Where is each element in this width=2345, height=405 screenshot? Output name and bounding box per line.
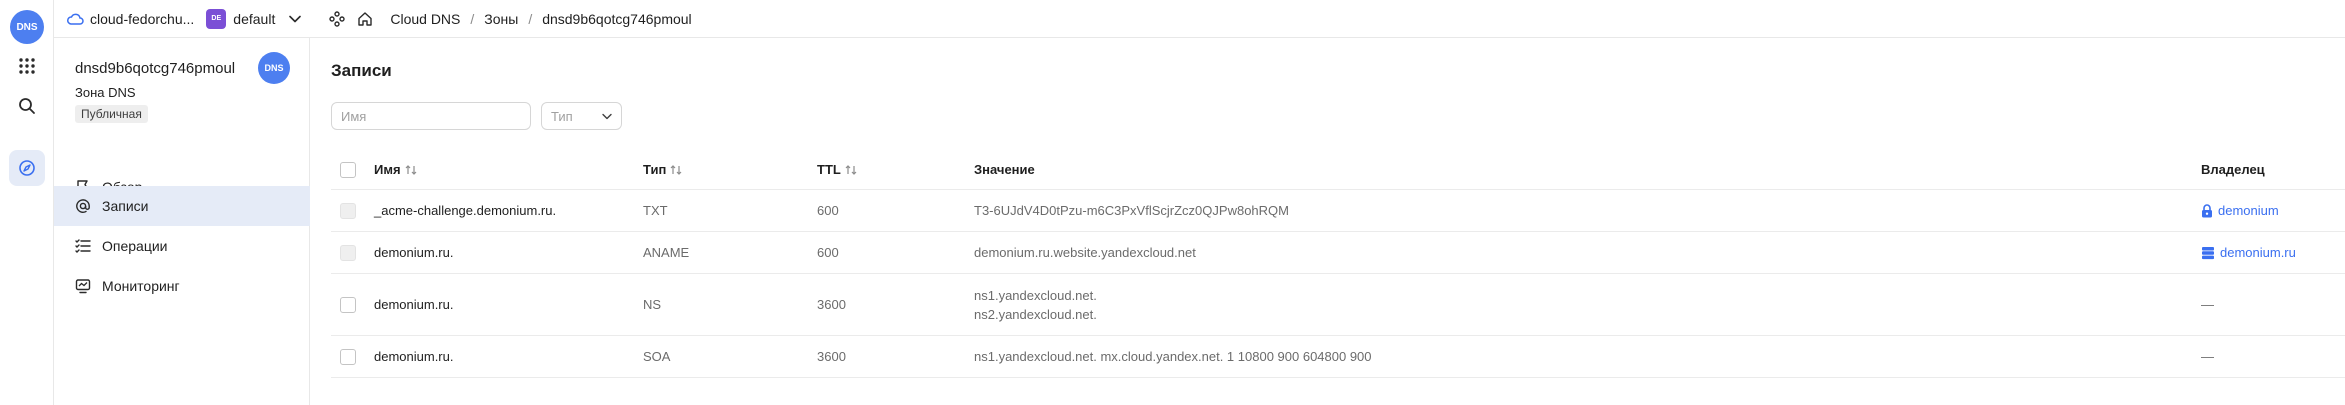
sidebar-item-operations[interactable]: Операции [54, 226, 310, 266]
breadcrumb: Cloud DNS / Зоны / dnsd9b6qotcg746pmoul [390, 10, 692, 27]
app-root: DNS cloud-fedorchu... DE default Cloud D… [0, 0, 2345, 405]
sidebar-item-monitoring[interactable]: Мониторинг [54, 266, 310, 306]
record-value: T3-6UJdV4D0tPzu-m6C3PxVflScjrZcz0QJPw8oh… [974, 203, 1289, 218]
sort-icon [670, 164, 682, 176]
search-icon[interactable] [12, 91, 42, 121]
cloud-selector[interactable]: cloud-fedorchu... [66, 11, 194, 27]
main-content: Записи Тип Имя Тип [310, 38, 2345, 405]
services-grid-icon[interactable] [12, 51, 42, 81]
record-ttl: 3600 [817, 349, 846, 364]
owner-link[interactable]: demonium.ru [2201, 245, 2296, 260]
page-title: Записи [331, 61, 392, 80]
breadcrumb-cloud-dns[interactable]: Cloud DNS [390, 11, 460, 27]
breadcrumb-current-zone: dnsd9b6qotcg746pmoul [542, 10, 692, 27]
home-icon[interactable] [357, 11, 373, 27]
column-header-name[interactable]: Имя [374, 150, 417, 189]
dns-service-icon[interactable] [9, 150, 45, 186]
record-name: _acme-challenge.demonium.ru. [374, 203, 557, 218]
type-filter-placeholder: Тип [551, 108, 573, 124]
name-search-input[interactable] [331, 102, 531, 130]
chevron-down-icon[interactable] [289, 15, 302, 23]
zone-subtitle: Зона DNS [75, 85, 136, 100]
record-value: ns1.yandexcloud.net. mx.cloud.yandex.net… [974, 349, 1372, 364]
sidebar-item-label: Записи [102, 198, 149, 214]
sidebar-item-records[interactable]: Записи [54, 186, 310, 226]
visibility-badge: Публичная [75, 105, 148, 123]
folder-badge: DE [206, 8, 227, 29]
column-header-owner: Владелец [2201, 162, 2265, 177]
record-type: ANAME [643, 245, 690, 260]
breadcrumb-zones[interactable]: Зоны [484, 11, 518, 27]
record-name: demonium.ru. [374, 245, 454, 260]
records-table: Имя Тип TTL Значение Владелец _acme-chal… [331, 150, 2345, 378]
at-icon [75, 198, 91, 214]
column-header-value: Значение [974, 162, 1035, 177]
record-type: NS [643, 297, 662, 312]
record-type: SOA [643, 349, 671, 364]
select-all-checkbox[interactable] [340, 162, 356, 178]
table-row[interactable]: demonium.ru. SOA 3600 ns1.yandexcloud.ne… [331, 336, 2345, 378]
record-owner: — [2201, 349, 2214, 364]
record-value: demonium.ru.website.yandexcloud.net [974, 245, 1196, 260]
record-value: ns1.yandexcloud.net. ns2.yandexcloud.net… [974, 274, 1097, 335]
record-type: TXT [643, 203, 668, 218]
owner-label: demonium.ru [2220, 245, 2296, 260]
owner-link[interactable]: demonium [2201, 203, 2279, 218]
left-rail: DNS [0, 0, 54, 405]
column-header-ttl[interactable]: TTL [817, 150, 857, 189]
type-filter-select[interactable]: Тип [541, 102, 622, 130]
sort-icon [845, 164, 857, 176]
list-icon [75, 238, 91, 254]
folder-selector[interactable]: DE default [206, 8, 302, 29]
lock-icon [2201, 203, 2213, 218]
dns-logo[interactable]: DNS [10, 10, 44, 44]
record-owner: — [2201, 297, 2214, 312]
record-name: demonium.ru. [374, 297, 454, 312]
record-ttl: 600 [817, 245, 839, 260]
zone-title: dnsd9b6qotcg746pmoul [75, 60, 236, 77]
record-ttl: 600 [817, 203, 839, 218]
zone-avatar: DNS [258, 52, 290, 84]
storage-bucket-icon [2201, 246, 2215, 260]
top-header: cloud-fedorchu... DE default Cloud DNS / [54, 0, 2345, 38]
row-checkbox[interactable] [340, 297, 356, 313]
resource-sidebar: dnsd9b6qotcg746pmoul Зона DNS Публичная … [54, 38, 310, 405]
row-checkbox[interactable] [340, 349, 356, 365]
sort-icon [405, 164, 417, 176]
record-owner: demonium.ru [2201, 232, 2296, 273]
folder-name: default [233, 10, 276, 27]
record-value-line: ns2.yandexcloud.net. [974, 306, 1097, 322]
tree-icon[interactable] [329, 10, 346, 27]
cloud-icon [66, 12, 84, 26]
row-checkbox[interactable] [340, 245, 356, 261]
table-row[interactable]: demonium.ru. NS 3600 ns1.yandexcloud.net… [331, 274, 2345, 336]
row-checkbox[interactable] [340, 203, 356, 219]
sidebar-item-label: Мониторинг [102, 278, 180, 294]
table-row[interactable]: _acme-challenge.demonium.ru. TXT 600 T3-… [331, 190, 2345, 232]
sidebar-item-label: Операции [102, 238, 168, 254]
monitor-icon [75, 278, 91, 294]
cloud-name: cloud-fedorchu... [90, 10, 195, 27]
record-name: demonium.ru. [374, 349, 454, 364]
chevron-down-icon [602, 113, 612, 120]
owner-label: demonium [2218, 203, 2279, 218]
table-row[interactable]: demonium.ru. ANAME 600 demonium.ru.websi… [331, 232, 2345, 274]
record-ttl: 3600 [817, 297, 846, 312]
record-value-line: ns1.yandexcloud.net. [974, 287, 1097, 303]
record-owner: demonium [2201, 190, 2279, 231]
table-header-row: Имя Тип TTL Значение Владелец [331, 150, 2345, 190]
column-header-type[interactable]: Тип [643, 150, 682, 189]
